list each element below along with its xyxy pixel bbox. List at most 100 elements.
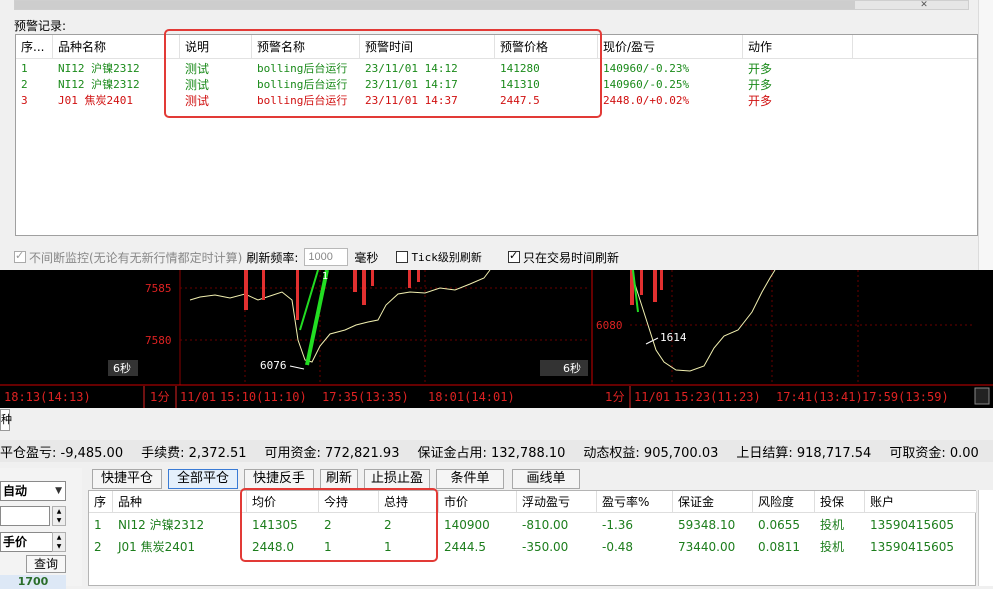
refresh-frequency-label: 刷新频率: — [246, 250, 299, 265]
cell-margin: 59348.10 — [678, 518, 736, 532]
red-candle — [408, 270, 411, 288]
available-funds: 可用资金: 772,821.93 — [264, 445, 400, 461]
margin-used: 保证金占用: 132,788.10 — [417, 445, 566, 461]
price-label: 6080 — [596, 319, 623, 332]
column-header-product[interactable]: 品种名称 — [53, 35, 180, 59]
time-axis-label: 11/01 — [180, 390, 216, 404]
column-header-hedge[interactable]: 投保 — [815, 491, 865, 513]
cell-market: 2444.5 — [444, 540, 486, 554]
red-candle — [640, 270, 643, 295]
cell-market: 140900 — [444, 518, 490, 532]
column-header-name[interactable]: 品种 — [113, 491, 247, 513]
column-header-float-pnl[interactable]: 浮动盈亏 — [517, 491, 597, 513]
line-order-button[interactable]: 画线单 — [512, 469, 580, 489]
red-candle — [653, 270, 657, 302]
section-title: 预警记录: — [14, 19, 67, 33]
continuous-monitor-checkbox[interactable] — [14, 249, 26, 263]
cell-price-pnl: 2448.0/+0.02% — [603, 94, 690, 107]
prev-settlement: 上日结算: 918,717.54 — [736, 445, 872, 461]
cell-pnl-rate: -1.36 — [602, 518, 634, 532]
cell-product: NI12 沪镍2312 — [58, 78, 140, 91]
quantity-input[interactable] — [0, 506, 50, 526]
red-candle — [353, 270, 357, 292]
column-header-risk[interactable]: 风险度 — [753, 491, 815, 513]
cell-hedge: 投机 — [820, 518, 845, 532]
right-panel-edge — [978, 490, 993, 586]
withdrawable-funds: 可取资金: 0.00 — [889, 445, 979, 461]
green-candle — [305, 270, 329, 366]
conditional-order-button[interactable]: 条件单 — [436, 469, 504, 489]
query-button[interactable]: 查询 — [26, 555, 66, 573]
pointer-line — [289, 365, 305, 370]
column-header-account[interactable]: 账户 — [865, 491, 977, 513]
options-bar: 不间断监控(无论有无新行情都定时计算) 刷新频率: 毫秒 Tick级别刷新 只在… — [14, 247, 619, 267]
cell-account: 13590415605 — [870, 540, 954, 554]
period-tag: 1分 — [150, 390, 170, 404]
tick-refresh-label: Tick级别刷新 — [411, 251, 482, 264]
cell-hedge: 投机 — [820, 540, 845, 554]
vertical-scrollbar[interactable] — [978, 0, 993, 270]
account-summary-bar: 平仓盈亏: -9,485.00 手续费: 2,372.51 可用资金: 772,… — [0, 440, 993, 462]
chevron-down-icon: ▼ — [55, 486, 62, 496]
quantity-stepper[interactable]: ▲ ▼ — [52, 506, 66, 526]
cell-account: 13590415605 — [870, 518, 954, 532]
cell-index: 3 — [21, 94, 28, 107]
scrollbar-thumb[interactable] — [15, 1, 855, 9]
column-header-market[interactable]: 市价 — [439, 491, 517, 513]
commission: 手续费: 2,372.51 — [141, 445, 247, 461]
cell-risk: 0.0811 — [758, 540, 800, 554]
column-header-price-pnl[interactable]: 现价/盈亏 — [598, 35, 743, 59]
cell-price-pnl: 140960/-0.23% — [603, 62, 690, 75]
kline-chart-area[interactable]: 7585 7580 6080 1 6076 1614 6秒 6秒 18:13(1… — [0, 270, 993, 408]
close-icon[interactable]: ✕ — [917, 0, 931, 10]
price-stepper[interactable]: ▲ ▼ — [52, 532, 66, 552]
cell-price-pnl: 140960/-0.25% — [603, 78, 690, 91]
cell-action: 开多 — [748, 62, 773, 76]
cell-idx: 2 — [94, 540, 102, 554]
cell-action: 开多 — [748, 94, 773, 108]
mode-select-value: 自动 — [3, 484, 28, 498]
stop-loss-profit-button[interactable]: 止损止盈 — [364, 469, 430, 489]
alert-dialog: ✕ 预警记录: 序... 品种名称 说明 预警名称 预警时间 预警价格 现价/盈… — [0, 0, 993, 270]
tick-refresh-checkbox[interactable] — [396, 251, 409, 263]
column-header-action[interactable]: 动作 — [743, 35, 853, 59]
close-all-button[interactable]: 全部平仓 — [168, 469, 238, 489]
cell-action: 开多 — [748, 78, 773, 92]
highlight-box — [240, 488, 438, 562]
cell-risk: 0.0655 — [758, 518, 800, 532]
trading-time-checkbox[interactable] — [507, 249, 520, 263]
left-price-line — [189, 270, 491, 363]
trading-time-label: 只在交易时间刷新 — [522, 250, 619, 265]
red-candle — [371, 270, 374, 286]
red-candle — [660, 270, 663, 290]
price-label: 7580 — [145, 334, 172, 347]
chart-tab[interactable]: 种 — [0, 409, 12, 431]
refresh-button[interactable]: 刷新 — [320, 469, 358, 489]
time-axis-label: 17:35(13:35) — [322, 390, 409, 404]
refresh-unit-label: 毫秒 — [354, 250, 379, 265]
cell-name: J01 焦炭2401 — [118, 540, 196, 554]
time-axis-label: 18:01(14:01) — [428, 390, 515, 404]
time-axis-label: 11/01 — [634, 390, 670, 404]
column-header-margin[interactable]: 保证金 — [673, 491, 753, 513]
mark-label: 1 — [322, 271, 328, 282]
cell-pnl-rate: -0.48 — [602, 540, 634, 554]
quick-reverse-button[interactable]: 快捷反手 — [244, 469, 314, 489]
mode-select[interactable]: 自动 ▼ — [0, 481, 66, 501]
cell-product: NI12 沪镍2312 — [58, 62, 140, 75]
period-badge: 6秒 — [113, 361, 131, 375]
scroll-right-button[interactable] — [974, 387, 990, 405]
continuous-monitor-label: 不间断监控(无论有无新行情都定时计算) — [29, 250, 243, 265]
column-header-filler — [853, 35, 977, 59]
quick-close-button[interactable]: 快捷平仓 — [92, 469, 162, 489]
time-axis-label: 15:23(11:23) — [674, 390, 761, 404]
column-header-pnl-rate[interactable]: 盈亏率% — [597, 491, 673, 513]
kline-chart[interactable]: 7585 7580 6080 1 6076 1614 6秒 6秒 18:13(1… — [0, 270, 993, 408]
refresh-frequency-input[interactable] — [304, 248, 349, 266]
period-badge: 6秒 — [563, 361, 581, 375]
cell-margin: 73440.00 — [678, 540, 736, 554]
horizontal-scrollbar[interactable] — [14, 0, 969, 10]
cell-idx: 1 — [94, 518, 102, 532]
column-header-idx[interactable]: 序 — [89, 491, 113, 513]
column-header-index[interactable]: 序... — [16, 35, 53, 59]
